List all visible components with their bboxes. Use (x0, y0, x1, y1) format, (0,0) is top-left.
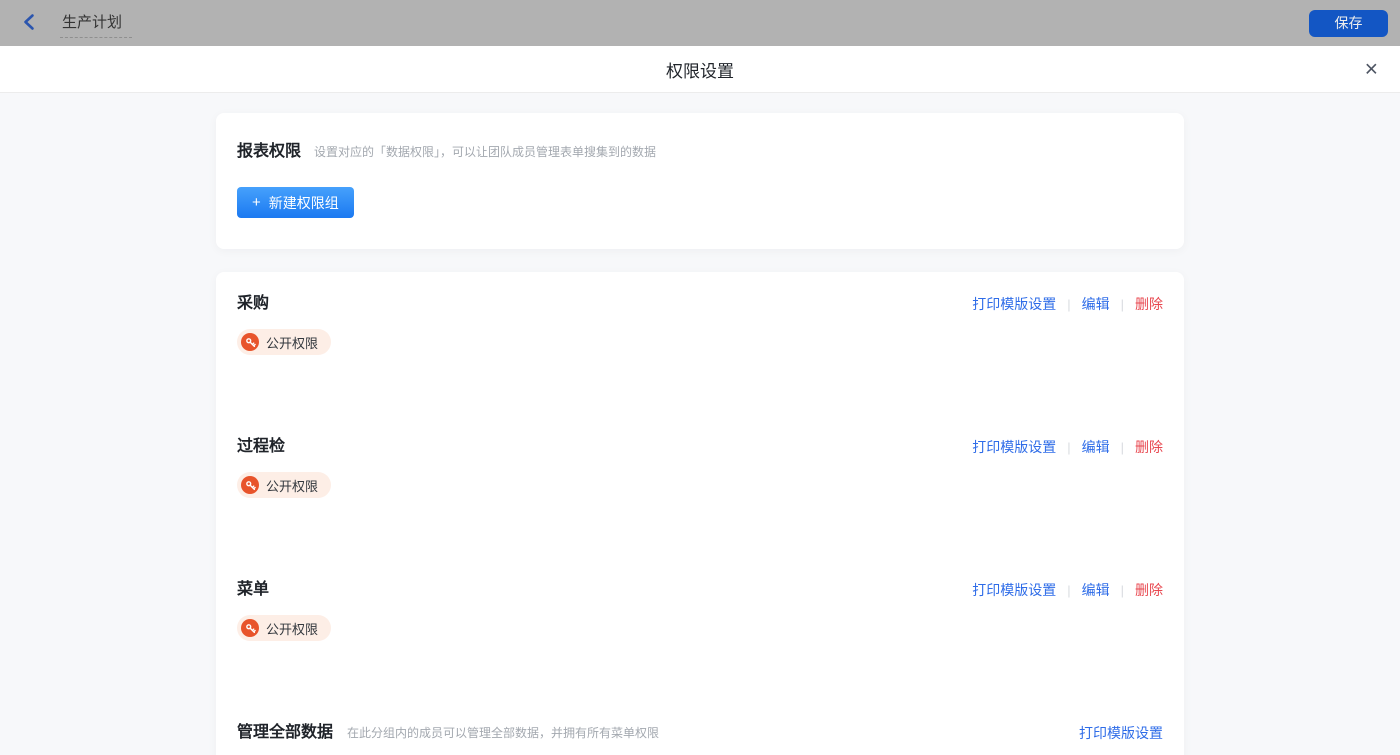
delete-link[interactable]: 删除 (1135, 437, 1163, 457)
action-separator: | (1121, 583, 1124, 598)
permission-group: 管理全部数据 在此分组内的成员可以管理全部数据，并拥有所有菜单权限 打印模版设置 (237, 722, 1163, 744)
permission-group: 过程检 打印模版设置 | 编辑 | 删除 公开权限 (237, 436, 1163, 579)
new-permission-group-button[interactable]: + 新建权限组 (237, 187, 354, 218)
plus-icon: + (252, 195, 261, 210)
key-icon (241, 476, 259, 494)
group-name: 菜单 (237, 579, 269, 601)
permission-tag: 公开权限 (237, 472, 331, 498)
permission-groups-card: 采购 打印模版设置 | 编辑 | 删除 公开权限 过程检 打印模版设置 | 编辑 | 删除 (216, 272, 1184, 755)
group-name: 管理全部数据 (237, 722, 333, 744)
edit-link[interactable]: 编辑 (1082, 580, 1110, 600)
print-template-settings-link[interactable]: 打印模版设置 (972, 294, 1056, 314)
group-name: 过程检 (237, 436, 285, 458)
new-permission-group-label: 新建权限组 (269, 193, 339, 213)
permission-tag-label: 公开权限 (266, 333, 318, 352)
delete-link[interactable]: 删除 (1135, 580, 1163, 600)
permission-tag: 公开权限 (237, 329, 331, 355)
group-actions: 打印模版设置 | 编辑 | 删除 (972, 580, 1163, 600)
modal-header: 权限设置 × (0, 46, 1400, 93)
action-separator: | (1067, 297, 1070, 312)
permission-group: 采购 打印模版设置 | 编辑 | 删除 公开权限 (237, 293, 1163, 436)
key-icon (241, 333, 259, 351)
permission-tag-label: 公开权限 (266, 619, 318, 638)
permission-group: 菜单 打印模版设置 | 编辑 | 删除 公开权限 (237, 579, 1163, 722)
delete-link[interactable]: 删除 (1135, 294, 1163, 314)
modal-body: 报表权限 设置对应的「数据权限」，可以让团队成员管理表单搜集到的数据 + 新建权… (0, 93, 1400, 755)
report-permission-title: 报表权限 (237, 141, 301, 163)
group-actions: 打印模版设置 | 编辑 | 删除 (972, 294, 1163, 314)
edit-link[interactable]: 编辑 (1082, 437, 1110, 457)
group-description: 在此分组内的成员可以管理全部数据，并拥有所有菜单权限 (347, 724, 659, 741)
print-template-settings-link[interactable]: 打印模版设置 (972, 580, 1056, 600)
action-separator: | (1121, 440, 1124, 455)
action-separator: | (1067, 440, 1070, 455)
chevron-left-icon (21, 13, 37, 34)
report-permission-description: 设置对应的「数据权限」，可以让团队成员管理表单搜集到的数据 (314, 143, 656, 160)
key-icon (241, 619, 259, 637)
permission-tag-label: 公开权限 (266, 476, 318, 495)
modal-title: 权限设置 (666, 57, 734, 82)
action-separator: | (1067, 583, 1070, 598)
close-icon[interactable]: × (1365, 58, 1378, 81)
group-actions: 打印模版设置 | 编辑 | 删除 (972, 437, 1163, 457)
edit-link[interactable]: 编辑 (1082, 294, 1110, 314)
permission-tag: 公开权限 (237, 615, 331, 641)
group-actions: 打印模版设置 (1079, 723, 1163, 743)
top-toolbar: 生产计划 保存 (0, 0, 1400, 46)
action-separator: | (1121, 297, 1124, 312)
document-title[interactable]: 生产计划 (60, 9, 132, 38)
print-template-settings-link[interactable]: 打印模版设置 (1079, 723, 1163, 743)
group-name: 采购 (237, 293, 269, 315)
save-button[interactable]: 保存 (1309, 10, 1388, 37)
report-permission-card: 报表权限 设置对应的「数据权限」，可以让团队成员管理表单搜集到的数据 + 新建权… (216, 113, 1184, 249)
print-template-settings-link[interactable]: 打印模版设置 (972, 437, 1056, 457)
back-button[interactable] (18, 12, 40, 34)
